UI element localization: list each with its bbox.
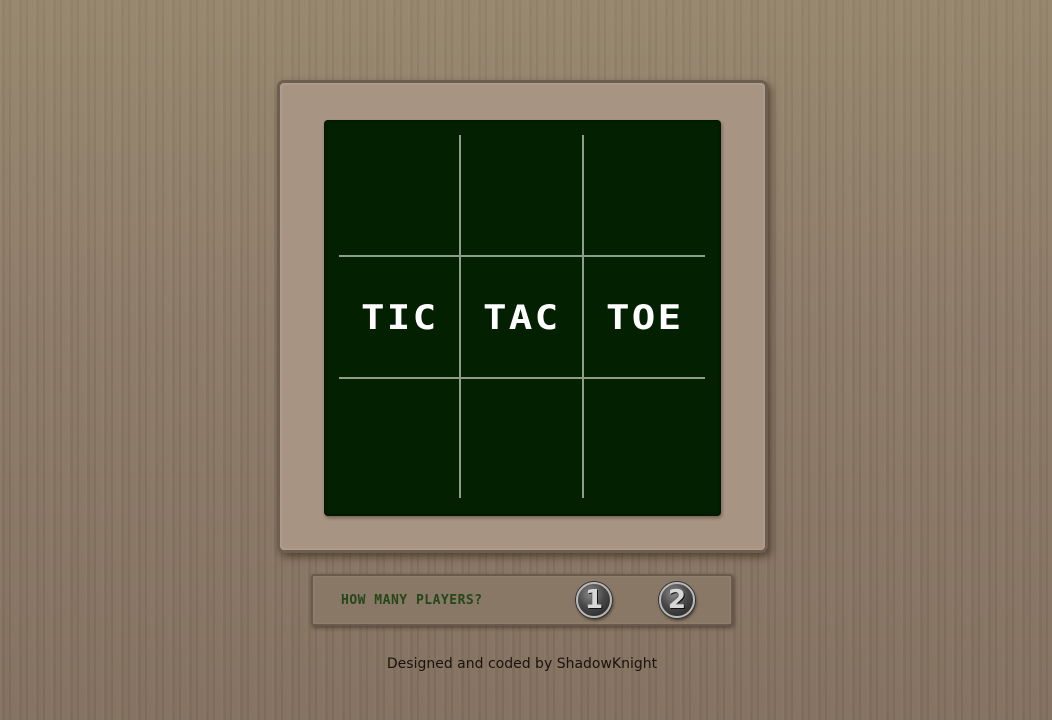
board-cell-1[interactable] — [339, 135, 460, 256]
title-word-tac: TAC — [482, 297, 561, 338]
game-board: TIC TAC TOE — [324, 120, 721, 516]
board-cell-6[interactable]: TOE — [584, 257, 705, 378]
credit-prefix: Designed and coded by — [386, 656, 553, 672]
title-word-tic: TIC — [360, 297, 439, 338]
board-cell-5[interactable]: TAC — [461, 257, 582, 378]
two-player-label: 2 — [667, 585, 687, 615]
players-prompt: HOW MANY PLAYERS? — [341, 593, 483, 608]
one-player-button[interactable]: 1 — [576, 582, 612, 618]
board-cell-9[interactable] — [584, 379, 705, 500]
board-cell-7[interactable] — [339, 379, 460, 500]
board-cell-4[interactable]: TIC — [339, 257, 460, 378]
two-player-button[interactable]: 2 — [659, 582, 695, 618]
board-cell-8[interactable] — [461, 379, 582, 500]
title-word-toe: TOE — [605, 297, 684, 338]
footer-credit: Designed and coded by ShadowKnight — [0, 656, 1044, 672]
board-cell-2[interactable] — [461, 135, 582, 256]
one-player-label: 1 — [584, 585, 604, 615]
board-cell-3[interactable] — [584, 135, 705, 256]
credit-author: ShadowKnight — [556, 656, 658, 672]
player-select-bar: HOW MANY PLAYERS? 1 2 — [311, 574, 733, 626]
